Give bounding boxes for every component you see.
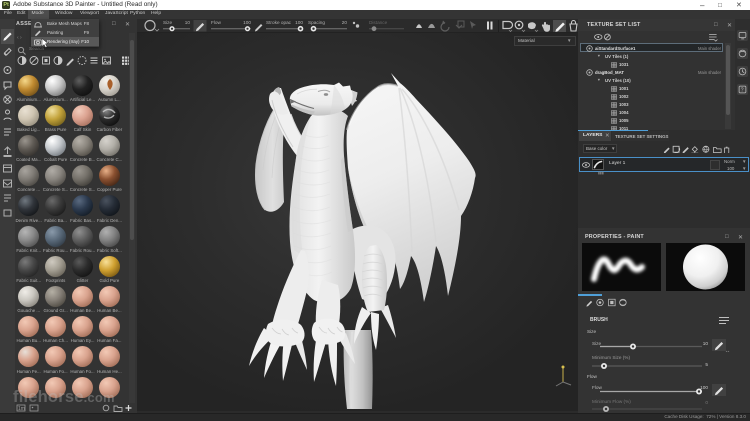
svg-text:?: ? — [741, 88, 744, 94]
